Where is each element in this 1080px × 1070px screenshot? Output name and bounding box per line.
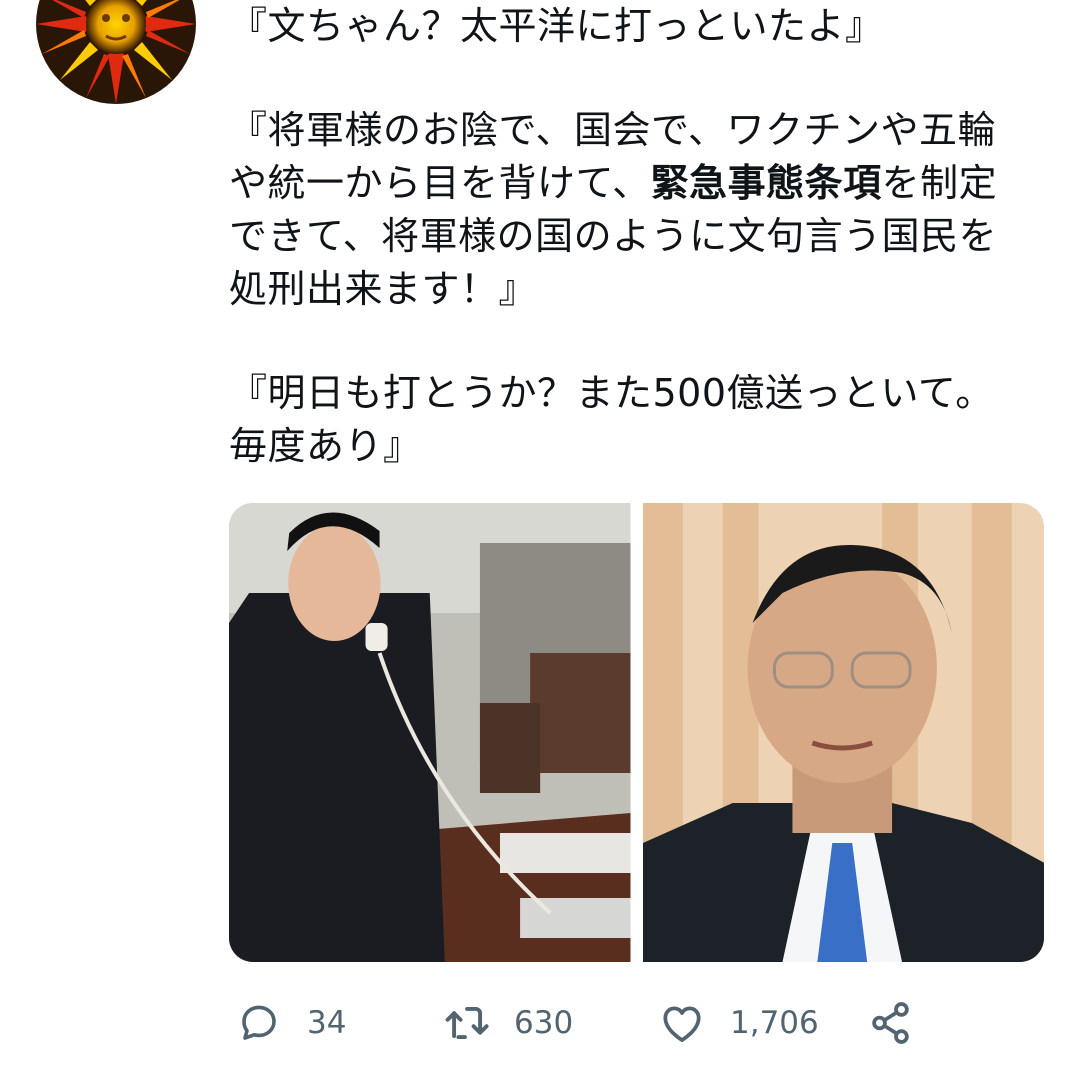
text-segment: 毎度あり』: [229, 424, 422, 468]
retweet-button[interactable]: 630: [440, 995, 573, 1051]
tweet-actions: 34 630 1,706: [229, 995, 1049, 1051]
reply-icon: [233, 997, 285, 1049]
text-segment: できて、将軍様の国のように文句言う国民を: [229, 214, 998, 258]
like-count: 1,706: [730, 1005, 819, 1041]
tweet-line: 『文ちゃん？太平洋に打っといたよ』: [229, 0, 1049, 53]
share-button[interactable]: [865, 995, 917, 1051]
like-button[interactable]: 1,706: [656, 995, 819, 1051]
text-segment: 『明日も打とうか？また500億送っといて。: [229, 371, 994, 415]
right-photo[interactable]: [642, 503, 1044, 962]
left-photo[interactable]: [229, 503, 631, 962]
media-grid[interactable]: [229, 503, 1044, 962]
retweet-icon: [440, 997, 492, 1049]
reply-button[interactable]: 34: [233, 995, 346, 1051]
bold-phrase: 緊急事態条項: [650, 161, 882, 205]
tweet-line: 処刑出来ます！』: [229, 263, 1049, 316]
text-segment: を制定: [881, 161, 998, 205]
text-segment: 処刑出来ます！』: [229, 267, 538, 311]
tweet-line: や統一から目を背けて、緊急事態条項を制定: [229, 157, 1049, 210]
avatar[interactable]: [36, 0, 196, 104]
share-icon: [865, 997, 917, 1049]
tweet-line: 『将軍様のお陰で、国会で、ワクチンや五輪: [229, 104, 1049, 157]
text-segment: や統一から目を背けて、: [229, 161, 651, 205]
text-segment: 『文ちゃん？太平洋に打っといたよ』: [229, 4, 884, 48]
retweet-count: 630: [514, 1005, 574, 1041]
tweet-line: 『明日も打とうか？また500億送っといて。: [229, 367, 1049, 420]
text-segment: 『将軍様のお陰で、国会で、ワクチンや五輪: [229, 108, 996, 152]
heart-icon: [656, 997, 708, 1049]
tweet-text: 『文ちゃん？太平洋に打っといたよ』 『将軍様のお陰で、国会で、ワクチンや五輪 や統一…: [229, 0, 1049, 473]
tweet-line: 毎度あり』: [229, 420, 1049, 473]
tweet-line: できて、将軍様の国のように文句言う国民を: [229, 210, 1049, 263]
reply-count: 34: [307, 1005, 347, 1041]
